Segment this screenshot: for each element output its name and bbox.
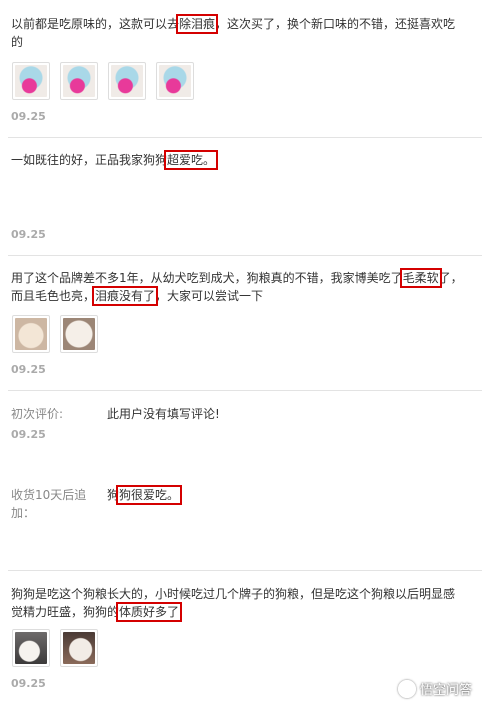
review-text: 一如既往的好，正品我家狗狗超爱吃。 — [11, 150, 219, 170]
followup-text: 狗狗很爱吃。 — [107, 485, 183, 505]
initial-review-label: 初次评价: — [11, 407, 64, 421]
divider — [8, 570, 482, 571]
review-photo[interactable] — [108, 62, 146, 100]
followup-label: 收货10天后追加： — [11, 488, 87, 520]
review-text: 以前都是吃原味的，这款可以去除泪痕，这次买了，换个新口味的不错，还挺喜欢吃的 — [11, 14, 456, 49]
divider — [8, 137, 482, 138]
wukong-logo-icon — [397, 679, 416, 698]
watermark: 悟空问答 — [397, 679, 472, 698]
review-date: 09.25 — [11, 228, 46, 241]
divider — [8, 255, 482, 256]
review-photos — [12, 629, 98, 667]
highlight-box: 狗很爱吃。 — [116, 485, 183, 505]
highlight-box: 除泪痕 — [176, 14, 219, 34]
review-photo[interactable] — [60, 629, 98, 667]
highlight-box: 毛柔软 — [399, 268, 442, 288]
review-photos — [12, 315, 98, 353]
review-photo[interactable] — [60, 62, 98, 100]
highlight-box: 体质好多了 — [116, 602, 183, 622]
initial-review-text: 此用户没有填写评论! — [107, 407, 220, 421]
highlight-box: 泪痕没有了 — [92, 286, 159, 306]
watermark-text: 悟空问答 — [419, 683, 472, 698]
review-date: 09.25 — [11, 677, 46, 690]
review-photo[interactable] — [60, 315, 98, 353]
review-photos — [12, 62, 194, 100]
review-photo[interactable] — [12, 629, 50, 667]
review-date: 09.25 — [11, 428, 46, 441]
review-date: 09.25 — [11, 363, 46, 376]
review-text: 用了这个品牌差不多1年，从幼犬吃到成犬，狗粮真的不错，我家博美吃了毛柔软了，而且… — [11, 268, 463, 306]
review-photo[interactable] — [12, 315, 50, 353]
review-date: 09.25 — [11, 110, 46, 123]
review-photo[interactable] — [12, 62, 50, 100]
highlight-box: 超爱吃。 — [164, 150, 219, 170]
review-photo[interactable] — [156, 62, 194, 100]
divider — [8, 390, 482, 391]
review-text: 狗狗是吃这个狗粮长大的，小时候吃过几个牌子的狗粮，但是吃这个狗粮以后明显感觉精力… — [11, 587, 456, 622]
